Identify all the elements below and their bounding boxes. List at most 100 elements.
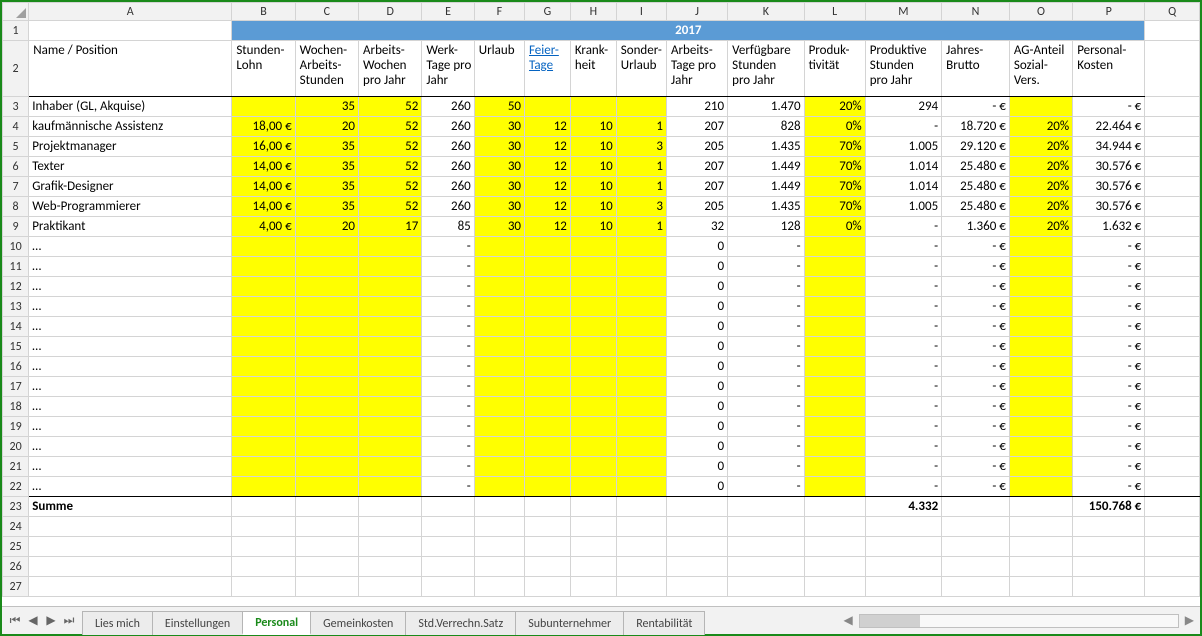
cell[interactable]: …	[29, 397, 232, 417]
cell[interactable]: -	[865, 257, 941, 277]
cell[interactable]: -	[865, 297, 941, 317]
cell[interactable]	[422, 497, 474, 517]
cell[interactable]: - €	[1073, 277, 1145, 297]
cell[interactable]: 20%	[1009, 177, 1072, 197]
cell[interactable]	[29, 537, 232, 557]
cell[interactable]	[570, 277, 616, 297]
cell[interactable]	[616, 497, 666, 517]
cell[interactable]	[525, 497, 571, 517]
sum-label[interactable]: Summe	[29, 497, 232, 517]
cell[interactable]	[359, 497, 422, 517]
sheet-tab[interactable]: Einstellungen	[152, 611, 243, 635]
cell[interactable]	[804, 477, 865, 497]
cell[interactable]	[295, 517, 358, 537]
cell[interactable]	[804, 357, 865, 377]
cell[interactable]	[525, 437, 571, 457]
cell[interactable]	[1145, 41, 1200, 97]
cell[interactable]: 260	[422, 97, 474, 117]
cell[interactable]	[232, 557, 295, 577]
cell[interactable]	[359, 457, 422, 477]
header-produktive-stunden[interactable]: ProduktiveStundenpro Jahr	[865, 41, 941, 97]
cell[interactable]	[232, 417, 295, 437]
cell[interactable]: 0	[666, 417, 727, 437]
cell[interactable]: 1.435	[728, 137, 804, 157]
cell[interactable]	[1009, 277, 1072, 297]
header-wochen-arbeitsstunden[interactable]: Wochen-Arbeits-Stunden	[295, 41, 358, 97]
cell[interactable]: 35	[295, 177, 358, 197]
cell[interactable]: - €	[1073, 377, 1145, 397]
cell[interactable]: 30	[474, 117, 524, 137]
cell[interactable]: …	[29, 377, 232, 397]
row-header[interactable]: 11	[3, 257, 29, 277]
cell[interactable]	[1009, 237, 1072, 257]
cell[interactable]	[804, 297, 865, 317]
cell[interactable]	[1009, 557, 1072, 577]
cell[interactable]	[1009, 417, 1072, 437]
cell[interactable]: -	[422, 277, 474, 297]
row-header[interactable]: 3	[3, 97, 29, 117]
cell[interactable]: -	[422, 377, 474, 397]
cell[interactable]: -	[865, 217, 941, 237]
col-header[interactable]: G	[525, 3, 571, 21]
cell[interactable]: 35	[295, 97, 358, 117]
cell[interactable]	[295, 477, 358, 497]
cell[interactable]: 0	[666, 237, 727, 257]
cell[interactable]	[295, 317, 358, 337]
cell[interactable]	[474, 477, 524, 497]
cell[interactable]	[1145, 117, 1200, 137]
cell[interactable]	[525, 377, 571, 397]
cell[interactable]	[1009, 437, 1072, 457]
cell[interactable]	[525, 557, 571, 577]
cell[interactable]: - €	[942, 357, 1010, 377]
cell[interactable]: 20%	[1009, 117, 1072, 137]
tab-first-icon[interactable]: ⏮	[8, 614, 22, 628]
cell[interactable]	[616, 317, 666, 337]
col-header[interactable]: N	[942, 3, 1010, 21]
cell[interactable]	[616, 337, 666, 357]
cell[interactable]	[525, 537, 571, 557]
cell[interactable]	[616, 557, 666, 577]
col-header[interactable]: A	[29, 3, 232, 21]
cell[interactable]	[728, 537, 804, 557]
cell[interactable]: 1.360 €	[942, 217, 1010, 237]
header-jahresbrutto[interactable]: Jahres-Brutto	[942, 41, 1010, 97]
cell[interactable]	[359, 317, 422, 337]
cell[interactable]: 0	[666, 457, 727, 477]
cell[interactable]: 70%	[804, 137, 865, 157]
spreadsheet-grid[interactable]: A B C D E F G H I J K L M N O P Q 1	[2, 2, 1200, 606]
cell[interactable]: -	[728, 477, 804, 497]
feiertage-link[interactable]: Feier-Tage	[529, 43, 559, 73]
cell[interactable]	[570, 397, 616, 417]
cell[interactable]: 25.480 €	[942, 177, 1010, 197]
cell[interactable]	[232, 517, 295, 537]
cell[interactable]: - €	[942, 457, 1010, 477]
cell[interactable]: - €	[1073, 257, 1145, 277]
cell[interactable]: 12	[525, 217, 571, 237]
row-header[interactable]: 7	[3, 177, 29, 197]
cell[interactable]	[1145, 317, 1200, 337]
cell[interactable]: 30	[474, 157, 524, 177]
cell[interactable]	[616, 377, 666, 397]
row-header[interactable]: 15	[3, 337, 29, 357]
cell[interactable]	[525, 337, 571, 357]
cell[interactable]: 52	[359, 137, 422, 157]
cell[interactable]	[942, 577, 1010, 597]
header-feiertage[interactable]: Feier-Tage	[525, 41, 571, 97]
cell[interactable]	[1145, 237, 1200, 257]
cell[interactable]: - €	[942, 437, 1010, 457]
cell[interactable]: -	[728, 237, 804, 257]
cell[interactable]	[232, 337, 295, 357]
cell[interactable]	[232, 97, 295, 117]
cell[interactable]: 30.576 €	[1073, 177, 1145, 197]
cell[interactable]	[666, 517, 727, 537]
cell[interactable]	[804, 397, 865, 417]
cell[interactable]	[1009, 357, 1072, 377]
cell[interactable]	[359, 397, 422, 417]
cell[interactable]: Praktikant	[29, 217, 232, 237]
cell[interactable]	[525, 317, 571, 337]
cell[interactable]	[1145, 377, 1200, 397]
cell[interactable]: 205	[666, 197, 727, 217]
header-personalkosten[interactable]: Personal-Kosten	[1073, 41, 1145, 97]
cell[interactable]	[29, 517, 232, 537]
cell[interactable]: 0	[666, 377, 727, 397]
